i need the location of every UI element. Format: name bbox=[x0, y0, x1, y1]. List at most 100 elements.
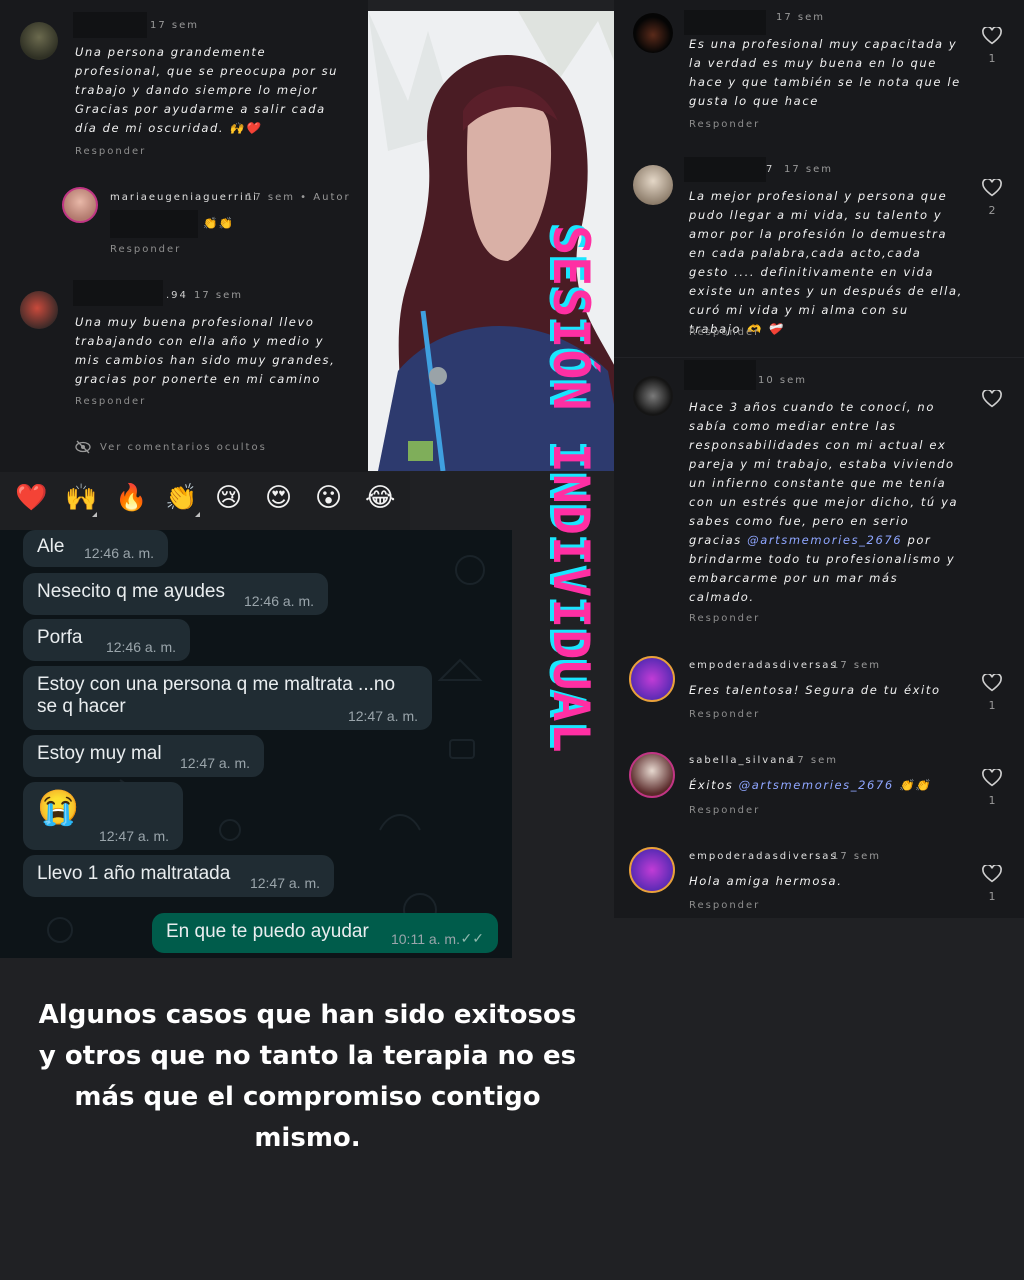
reaction-emoji-bar: ❤️ 🙌 🔥 👏 😢 😍 😮 😂 bbox=[0, 472, 410, 530]
username-suffix: 7 bbox=[766, 164, 775, 175]
comment-text: Una muy buena profesional llevo trabajan… bbox=[75, 315, 336, 386]
message-text: Estoy muy mal bbox=[37, 743, 162, 764]
comment-time: 17 sem bbox=[832, 660, 882, 671]
commenter-username[interactable]: sabella_silvana bbox=[689, 755, 795, 766]
reply-link[interactable]: Responder bbox=[689, 613, 760, 624]
like-heart-icon[interactable] bbox=[982, 179, 1002, 197]
reply-link[interactable]: Responder bbox=[689, 327, 760, 338]
like-heart-icon[interactable] bbox=[982, 769, 1002, 787]
like-heart-icon[interactable] bbox=[982, 390, 1002, 408]
reply-link[interactable]: Responder bbox=[110, 244, 181, 255]
comment-text: La mejor profesional y persona que pudo … bbox=[689, 189, 963, 336]
emoji-clap[interactable]: 👏 bbox=[165, 482, 197, 514]
incoming-message[interactable]: Porfa 12:46 a. m. bbox=[23, 619, 190, 661]
like-heart-icon[interactable] bbox=[982, 674, 1002, 692]
commenter-username[interactable]: empoderadasdiversas bbox=[689, 660, 838, 671]
like-heart-icon[interactable] bbox=[982, 27, 1002, 45]
hidden-comments-link[interactable]: Ver comentarios ocultos bbox=[100, 442, 267, 453]
message-time: 12:47 a. m. bbox=[249, 875, 320, 891]
reply-link[interactable]: Responder bbox=[75, 146, 146, 157]
message-time: 12:46 a. m. bbox=[105, 639, 176, 655]
reply-link[interactable]: Responder bbox=[689, 805, 760, 816]
incoming-message[interactable]: Ale 12:46 a. m. bbox=[23, 530, 168, 567]
eye-off-icon[interactable] bbox=[75, 440, 91, 454]
mention-link[interactable]: @artsmemories_2676 bbox=[739, 778, 894, 792]
incoming-message[interactable]: Estoy con una persona q me maltrata ...n… bbox=[23, 666, 432, 730]
author-avatar[interactable] bbox=[62, 187, 98, 223]
comment-text: Es una profesional muy capacitada y la v… bbox=[689, 37, 961, 108]
comment-time: 17 sem bbox=[776, 12, 826, 23]
incoming-message[interactable]: Llevo 1 año maltratada 12:47 a. m. bbox=[23, 855, 334, 897]
message-text: Porfa bbox=[37, 627, 83, 648]
emoji-raised-hands[interactable]: 🙌 bbox=[65, 482, 97, 514]
incoming-message[interactable]: Estoy muy mal 12:47 a. m. bbox=[23, 735, 264, 777]
comment-time: 17 sem bbox=[784, 164, 834, 175]
message-time: 12:47 a. m. bbox=[179, 755, 250, 771]
message-time: 12:47 a. m. bbox=[98, 828, 169, 844]
comment-text: 👏👏 bbox=[203, 216, 235, 230]
redacted-username bbox=[684, 360, 756, 390]
mention-link[interactable]: @artsmemories_2676 bbox=[747, 533, 902, 547]
message-text: Nesecito q me ayudes bbox=[37, 581, 225, 602]
caption-text: Algunos casos que han sido exitosos y ot… bbox=[38, 1000, 577, 1153]
emoji-heart[interactable]: ❤️ bbox=[15, 482, 47, 514]
comment-text-start: Éxitos bbox=[689, 778, 739, 792]
commenter-avatar[interactable] bbox=[629, 752, 675, 798]
message-time: 10:11 a. m. bbox=[390, 931, 460, 947]
emoji-laughing[interactable]: 😂 bbox=[365, 482, 395, 514]
commenter-avatar[interactable] bbox=[20, 291, 58, 329]
comment-time: 17 sem bbox=[832, 851, 882, 862]
message-time: 12:47 a. m. bbox=[347, 708, 418, 724]
message-text: Llevo 1 año maltratada bbox=[37, 863, 231, 884]
message-text: En que te puedo ayudar bbox=[166, 921, 369, 942]
comment-time: 10 sem bbox=[758, 375, 808, 386]
commenter-avatar[interactable] bbox=[20, 22, 58, 60]
incoming-message[interactable]: Nesecito q me ayudes 12:46 a. m. bbox=[23, 573, 328, 615]
read-receipt-icon: ✓✓ bbox=[460, 930, 484, 946]
redacted-username bbox=[684, 157, 766, 182]
commenter-avatar[interactable] bbox=[633, 165, 673, 205]
redacted-username bbox=[73, 280, 163, 306]
commenter-avatar[interactable] bbox=[633, 13, 673, 53]
comment-time: 17 sem bbox=[789, 755, 839, 766]
redacted-username bbox=[684, 10, 766, 35]
comment-text: Eres talentosa! Segura de tu éxito bbox=[689, 683, 941, 697]
outgoing-message[interactable]: En que te puedo ayudar 10:11 a. m. ✓✓ bbox=[152, 913, 498, 953]
emoji-heart-eyes[interactable]: 😍 bbox=[265, 482, 292, 514]
incoming-message[interactable]: 😭 12:47 a. m. bbox=[23, 782, 183, 850]
emoji-fire[interactable]: 🔥 bbox=[115, 482, 147, 514]
username-suffix: .94 bbox=[166, 290, 188, 301]
emoji-crying[interactable]: 😢 bbox=[215, 482, 242, 514]
reply-link[interactable]: Responder bbox=[75, 396, 146, 407]
reply-link[interactable]: Responder bbox=[689, 119, 760, 130]
comment-text-start: Hace 3 años cuando te conocí, no sabía c… bbox=[689, 400, 959, 547]
like-count: 1 bbox=[988, 52, 996, 65]
commenter-avatar[interactable] bbox=[633, 376, 673, 416]
chat-screenshot: Ale 12:46 a. m. Nesecito q me ayudes 12:… bbox=[0, 530, 512, 958]
like-count: 2 bbox=[988, 204, 996, 217]
reply-link[interactable]: Responder bbox=[689, 709, 760, 720]
emoji-surprised[interactable]: 😮 bbox=[315, 482, 342, 514]
comment-time: 17 sem bbox=[194, 290, 244, 301]
commenter-avatar[interactable] bbox=[629, 656, 675, 702]
like-count: 1 bbox=[988, 890, 996, 903]
author-username[interactable]: mariaeugeniaguerrini bbox=[110, 192, 258, 203]
message-line: se q hacer bbox=[37, 696, 126, 717]
title-text: SESIÓN INDIVIDUAL bbox=[542, 225, 600, 754]
right-comments-panel: 17 sem Es una profesional muy capacitada… bbox=[614, 0, 1024, 918]
commenter-username[interactable]: empoderadasdiversas bbox=[689, 851, 838, 862]
message-line: Estoy con una persona q me maltrata ...n… bbox=[37, 674, 396, 695]
like-heart-icon[interactable] bbox=[982, 865, 1002, 883]
divider bbox=[614, 357, 1024, 358]
comment-text: Una persona grandemente profesional, que… bbox=[75, 45, 339, 135]
reply-link[interactable]: Responder bbox=[689, 900, 760, 911]
redacted-username bbox=[73, 12, 147, 38]
redacted-mention bbox=[110, 210, 198, 238]
message-time: 12:46 a. m. bbox=[83, 545, 154, 561]
message-time: 12:46 a. m. bbox=[243, 593, 314, 609]
like-count: 1 bbox=[988, 699, 996, 712]
comment-time: 17 sem bbox=[150, 20, 200, 31]
comment-text: Hace 3 años cuando te conocí, no sabía c… bbox=[689, 398, 964, 607]
commenter-avatar[interactable] bbox=[629, 847, 675, 893]
comment-text-end: 👏👏 bbox=[893, 778, 931, 792]
